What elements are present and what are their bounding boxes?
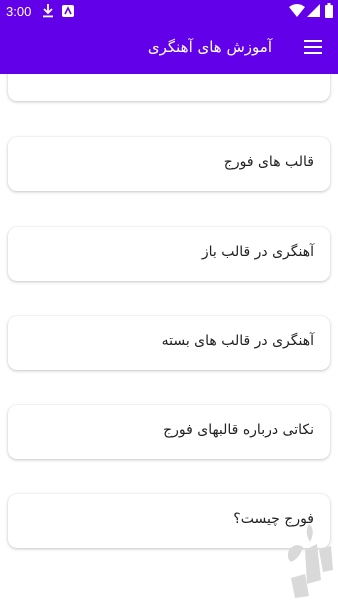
app-toolbar: آموزش های آهنگری [0, 24, 338, 74]
list-item[interactable]: آهنگری در قالب های بسته [8, 316, 330, 370]
list-item-label: قالب های فورج [223, 154, 314, 170]
list-item[interactable]: فورج چیست؟ [8, 494, 330, 548]
wifi-icon [289, 4, 305, 17]
list-item-label: نکاتی درباره قالبهای فورج [163, 422, 314, 438]
hamburger-menu-icon[interactable] [304, 40, 322, 54]
list-item-label: آهنگری در قالب باز [201, 244, 314, 260]
status-time: 3:00 [6, 4, 32, 19]
app-notification-icon [62, 5, 74, 17]
bazaar-logo-icon [287, 524, 333, 598]
list-item[interactable] [8, 74, 330, 101]
list-item[interactable]: نکاتی درباره قالبهای فورج [8, 405, 330, 459]
toolbar-title: آموزش های آهنگری [147, 38, 272, 56]
status-bar: 3:00 [0, 0, 338, 24]
battery-icon [325, 3, 333, 18]
list-item[interactable]: قالب های فورج [8, 137, 330, 191]
list-item[interactable]: آهنگری در قالب باز [8, 227, 330, 281]
cellular-signal-icon [307, 4, 320, 17]
download-icon [43, 4, 53, 18]
list-item-label: آهنگری در قالب های بسته [161, 333, 314, 349]
